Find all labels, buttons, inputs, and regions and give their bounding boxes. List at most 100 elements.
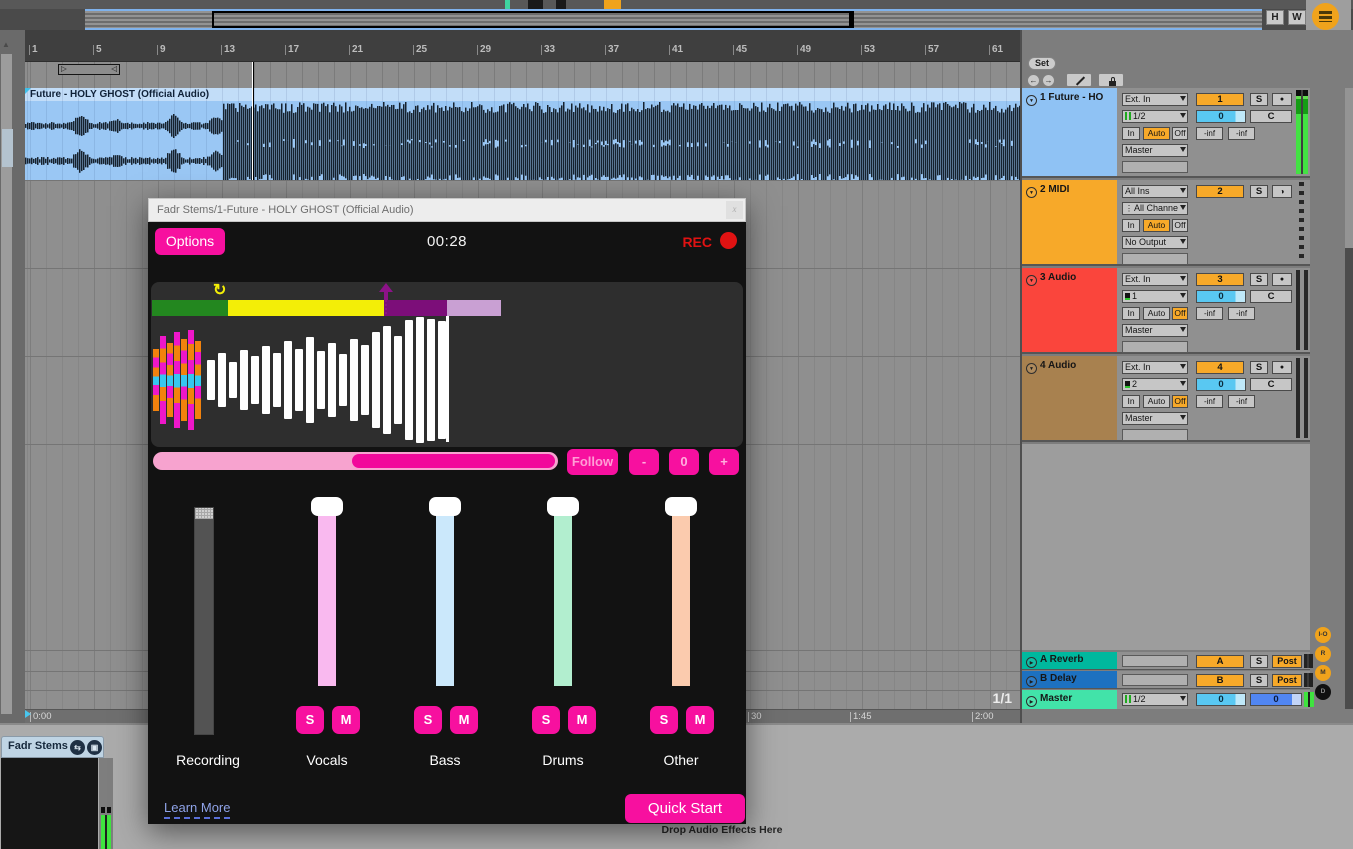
send-b-field[interactable]: -inf xyxy=(1228,307,1255,320)
fold-icon[interactable]: ▼ xyxy=(1026,275,1037,286)
send-a-field[interactable]: -inf xyxy=(1196,395,1223,408)
bass-slider-track[interactable] xyxy=(436,516,454,686)
device-title-bar[interactable]: Fadr Stems ⇆ ▣ xyxy=(1,736,104,758)
hot-swap-icon[interactable]: ⇆ xyxy=(70,740,85,755)
right-scrollbar-thumb[interactable] xyxy=(1345,88,1353,248)
return-letter-button[interactable]: A xyxy=(1196,655,1244,668)
output-dropdown[interactable]: No Output xyxy=(1122,236,1188,249)
monitor-auto[interactable]: Auto xyxy=(1143,395,1170,408)
track-number-button[interactable]: 3 xyxy=(1196,273,1244,286)
solo-button[interactable]: S xyxy=(1250,273,1268,286)
scroll-up-icon[interactable]: ▲ xyxy=(2,40,10,49)
bass-solo-button[interactable]: S xyxy=(414,706,442,734)
quick-start-button[interactable]: Quick Start xyxy=(625,794,745,823)
other-mute-button[interactable]: M xyxy=(686,706,714,734)
pitch-value-button[interactable]: 0 xyxy=(669,449,699,475)
loop-brace[interactable]: ▷ ◁ xyxy=(58,64,120,75)
solo-button[interactable]: S xyxy=(1250,361,1268,374)
fold-icon[interactable]: ▼ xyxy=(1026,187,1037,198)
input-channel-dropdown[interactable]: 1/2 xyxy=(1122,110,1188,123)
other-solo-button[interactable]: S xyxy=(650,706,678,734)
vocals-slider-handle[interactable] xyxy=(311,497,343,516)
track-header-4[interactable]: ▼4 Audio Ext. In 2 In Auto Off Master 4 … xyxy=(1022,356,1310,442)
show-delay-button[interactable]: D xyxy=(1315,684,1331,700)
monitor-off[interactable]: Off xyxy=(1172,395,1188,408)
overview-view-handle[interactable] xyxy=(849,11,854,28)
height-zoom-button[interactable]: H xyxy=(1266,10,1284,25)
track-name-cell[interactable]: ▼3 Audio xyxy=(1022,268,1117,352)
monitor-switch[interactable]: In Auto Off xyxy=(1122,127,1188,140)
volume-field[interactable]: 0 xyxy=(1196,290,1246,303)
arm-button[interactable]: ● xyxy=(1272,93,1292,106)
fold-icon[interactable]: ▶ xyxy=(1026,696,1037,707)
track-header-1[interactable]: ▼1 Future - HO Ext. In 1/2 In Auto Off M… xyxy=(1022,88,1310,178)
pan-field[interactable]: C xyxy=(1250,110,1292,123)
track-name-cell[interactable]: ▶Master xyxy=(1022,690,1117,709)
input-channel-dropdown[interactable]: 1 xyxy=(1122,290,1188,303)
solo-button[interactable]: S xyxy=(1250,674,1268,687)
stem-waveform-panel[interactable]: ↻ xyxy=(151,282,743,447)
pitch-minus-button[interactable]: - xyxy=(629,449,659,475)
master-out-dropdown[interactable]: 1/2 xyxy=(1122,693,1188,706)
width-zoom-button[interactable]: W xyxy=(1288,10,1306,25)
track-header-3[interactable]: ▼3 Audio Ext. In 1 In Auto Off Master 3 … xyxy=(1022,268,1310,354)
set-button[interactable]: Set xyxy=(1028,57,1056,70)
monitor-auto[interactable]: Auto xyxy=(1143,307,1170,320)
return-io-box[interactable] xyxy=(1122,674,1188,686)
drums-solo-button[interactable]: S xyxy=(532,706,560,734)
send-b-field[interactable]: -inf xyxy=(1228,127,1255,140)
output-channel-box[interactable] xyxy=(1122,341,1188,353)
monitor-in[interactable]: In xyxy=(1122,395,1140,408)
output-dropdown[interactable]: Master xyxy=(1122,412,1188,425)
prev-marker-button[interactable]: ← xyxy=(1027,74,1040,87)
track-header-2[interactable]: ▼2 MIDI All Ins ⋮All Channe In Auto Off … xyxy=(1022,180,1310,266)
track-name-cell[interactable]: ▼4 Audio xyxy=(1022,356,1117,440)
bass-mute-button[interactable]: M xyxy=(450,706,478,734)
arrangement-start-marker-icon[interactable] xyxy=(25,710,31,718)
fold-icon[interactable]: ▼ xyxy=(1026,95,1037,106)
send-b-field[interactable]: -inf xyxy=(1228,395,1255,408)
solo-button[interactable]: S xyxy=(1250,93,1268,106)
monitor-switch[interactable]: In Auto Off xyxy=(1122,219,1188,232)
device-ui-panel[interactable] xyxy=(1,758,98,849)
arm-button[interactable]: ● xyxy=(1272,361,1292,374)
output-dropdown[interactable]: Master xyxy=(1122,144,1188,157)
playback-progress-bar[interactable] xyxy=(153,452,558,470)
monitor-in[interactable]: In xyxy=(1122,219,1140,232)
return-io-box[interactable] xyxy=(1122,655,1188,667)
volume-field[interactable]: 0 xyxy=(1196,378,1246,391)
track-number-button[interactable]: 4 xyxy=(1196,361,1244,374)
pre-post-button[interactable]: Post xyxy=(1272,674,1302,687)
pitch-plus-button[interactable]: + xyxy=(709,449,739,475)
monitor-switch[interactable]: In Auto Off xyxy=(1122,307,1188,320)
track-name-cell[interactable]: ▶B Delay xyxy=(1022,671,1117,688)
learn-more-link[interactable]: Learn More xyxy=(164,800,230,819)
monitor-auto[interactable]: Auto xyxy=(1143,219,1170,232)
empty-track-drop-area[interactable] xyxy=(1022,444,1310,650)
stem-progress-segment[interactable] xyxy=(447,300,501,316)
arm-button[interactable]: ● xyxy=(1272,273,1292,286)
overview-view-box[interactable] xyxy=(212,11,853,28)
drums-slider-handle[interactable] xyxy=(547,497,579,516)
other-slider-handle[interactable] xyxy=(665,497,697,516)
input-channel-dropdown[interactable]: ⋮All Channe xyxy=(1122,202,1188,215)
vocals-mute-button[interactable]: M xyxy=(332,706,360,734)
monitor-off[interactable]: Off xyxy=(1172,127,1188,140)
master-pan-field[interactable]: 0 xyxy=(1250,693,1302,706)
track-name-cell[interactable]: ▶A Reverb xyxy=(1022,652,1117,669)
monitor-auto[interactable]: Auto xyxy=(1143,127,1170,140)
bass-slider-handle[interactable] xyxy=(429,497,461,516)
input-type-dropdown[interactable]: Ext. In xyxy=(1122,93,1188,106)
master-track[interactable]: ▶Master 1/2 0 0 xyxy=(1022,690,1310,709)
input-type-dropdown[interactable]: All Ins xyxy=(1122,185,1188,198)
fold-icon[interactable]: ▼ xyxy=(1026,363,1037,374)
track-number-button[interactable]: 2 xyxy=(1196,185,1244,198)
pan-field[interactable]: C xyxy=(1250,378,1292,391)
return-track-b[interactable]: ▶B Delay B S Post xyxy=(1022,671,1310,689)
audio-clip[interactable]: Future - HOLY GHOST (Official Audio) xyxy=(25,88,1020,180)
monitor-in[interactable]: In xyxy=(1122,307,1140,320)
monitor-off[interactable]: Off xyxy=(1172,219,1188,232)
show-returns-button[interactable]: R xyxy=(1315,646,1331,662)
arm-button[interactable]: ◑ xyxy=(1272,185,1292,198)
output-channel-box[interactable] xyxy=(1122,429,1188,441)
